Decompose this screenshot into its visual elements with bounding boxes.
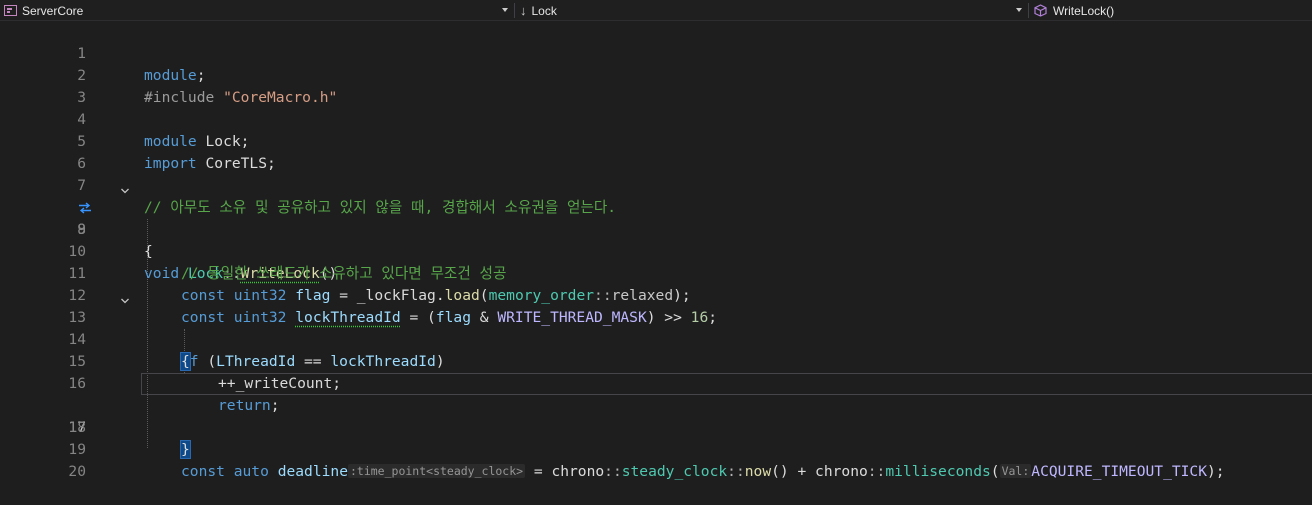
code-line: 3 bbox=[0, 65, 1312, 106]
navbar-divider bbox=[1028, 3, 1029, 18]
current-code-line: 17 } bbox=[0, 373, 1312, 459]
code-line: 6 bbox=[0, 131, 1312, 172]
project-dropdown-label: ServerCore bbox=[22, 3, 84, 18]
member-dropdown[interactable]: WriteLock() bbox=[1030, 0, 1312, 21]
inlay-type-hint: :time_point<steady_clock> bbox=[347, 464, 526, 478]
chevron-down-icon bbox=[1016, 8, 1022, 12]
current-line-highlight bbox=[141, 373, 1312, 395]
code-line: 15 ++_writeCount; bbox=[0, 329, 1312, 392]
code-line: 1 module; bbox=[0, 21, 1312, 84]
scope-dropdown[interactable]: ↓ Lock bbox=[516, 0, 1027, 21]
code-line: 7 // 아무도 소유 및 공유하고 있지 않을 때, 경합해서 소유권을 얻는… bbox=[0, 153, 1312, 216]
inlay-parameter-hint: Val: bbox=[999, 464, 1032, 478]
code-line: 4 module Lock; bbox=[0, 87, 1312, 150]
code-line: 11 const uint32 flag = _lockFlag.load(me… bbox=[0, 241, 1312, 304]
code-line: 19 const auto deadline:time_point<steady… bbox=[0, 417, 1312, 480]
code-line: 2 #include "CoreMacro.h" bbox=[0, 43, 1312, 106]
fold-chevron-icon[interactable] bbox=[120, 181, 130, 194]
navigation-bar: ServerCore ↓ Lock WriteLock() bbox=[0, 0, 1312, 21]
line-number: 20 bbox=[68, 463, 86, 480]
code-line: 13 if (LThreadId == lockThreadId) bbox=[0, 285, 1312, 370]
code-text: const auto deadline:time_point<steady_cl… bbox=[181, 463, 1225, 480]
code-editor[interactable]: 1 module; 2 #include "CoreMacro.h" 3 4 m… bbox=[0, 21, 1312, 480]
code-line: 20 bbox=[0, 439, 1312, 480]
chevron-down-icon bbox=[502, 8, 508, 12]
method-cube-icon bbox=[1034, 4, 1048, 18]
code-line: 10 // 동일한 쓰레드가 소유하고 있다면 무조건 성공 bbox=[0, 219, 1312, 282]
code-line: 8 void Lock::WriteLock() bbox=[0, 175, 1312, 282]
scope-dropdown-label: Lock bbox=[531, 3, 557, 18]
navbar-divider bbox=[514, 3, 515, 18]
member-dropdown-label: WriteLock() bbox=[1053, 3, 1115, 18]
fold-chevron-icon[interactable] bbox=[120, 291, 130, 304]
project-icon bbox=[4, 5, 17, 16]
code-line: 18 bbox=[0, 395, 1312, 436]
code-line: 5 import CoreTLS; bbox=[0, 109, 1312, 172]
project-dropdown[interactable]: ServerCore bbox=[0, 0, 513, 21]
code-line: 9 { bbox=[0, 197, 1312, 260]
code-line: 12 const uint32 lockThreadId = (flag & W… bbox=[0, 263, 1312, 326]
namespace-icon: ↓ bbox=[520, 3, 527, 18]
code-line: 14 { bbox=[0, 307, 1312, 371]
code-line: 16 return; bbox=[0, 351, 1312, 414]
